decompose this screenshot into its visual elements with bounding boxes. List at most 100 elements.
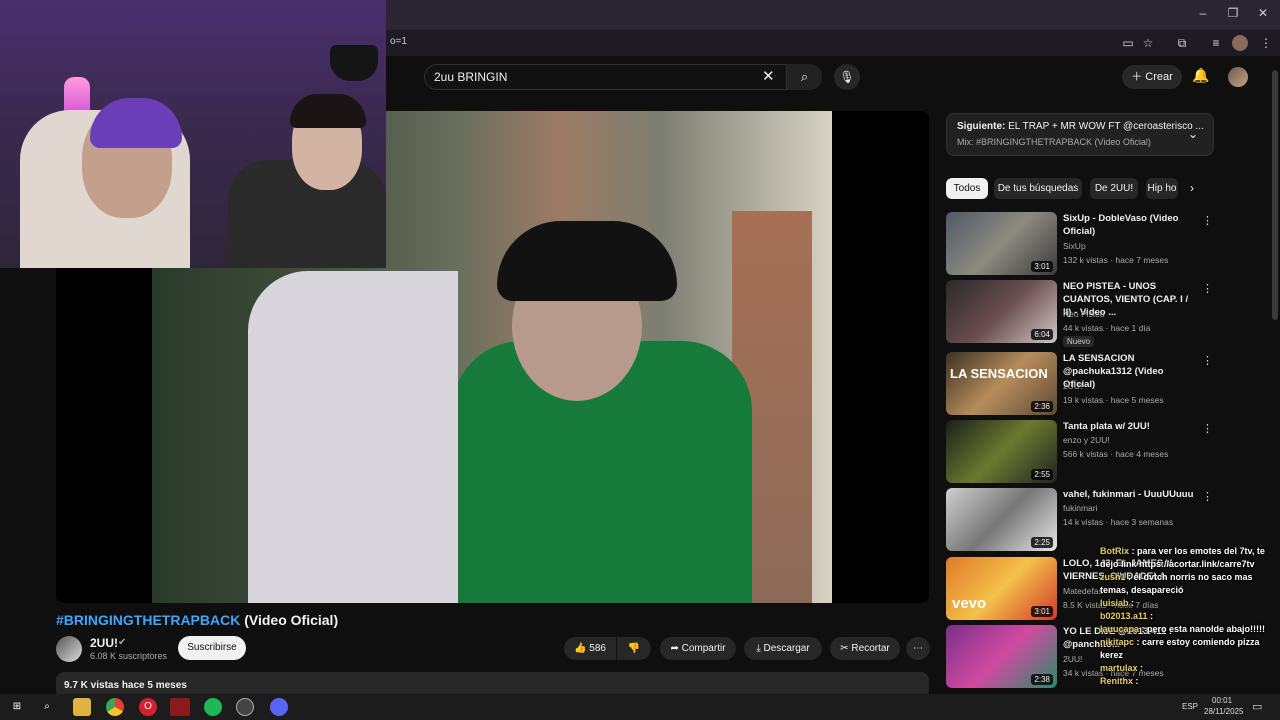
bookmark-star-icon[interactable]: ☆	[1140, 35, 1156, 51]
recommendation-title[interactable]: LA SENSACION @pachuka1312 (Video Oficial…	[1063, 352, 1198, 391]
browser-menu-icon[interactable]: ⋮	[1258, 35, 1274, 51]
video-person-white-jacket	[248, 271, 458, 603]
search-query[interactable]: 2uu BRINGIN	[434, 70, 507, 84]
obs-icon[interactable]	[236, 698, 254, 716]
recommendation-meta: 566 k vistas · hace 4 meses	[1063, 449, 1169, 459]
clip-label: Recortar	[851, 643, 890, 654]
profile-avatar[interactable]	[1232, 35, 1248, 51]
clock-time[interactable]: 00:01	[1212, 696, 1232, 705]
spotify-icon[interactable]	[204, 698, 222, 716]
recommendation-channel[interactable]: Matedefas	[1063, 586, 1103, 596]
chevron-down-icon[interactable]: ⌄	[1188, 127, 1198, 141]
more-options-icon[interactable]: ⋮	[1202, 214, 1213, 227]
recommendation-channel[interactable]: enzo y 2UU!	[1063, 435, 1110, 445]
notification-icon[interactable]: ▭	[1252, 700, 1262, 713]
chip-hip-hop[interactable]: Hip ho	[1146, 178, 1178, 199]
video-person-cap	[497, 221, 677, 301]
page-scrollbar[interactable]	[1272, 70, 1278, 320]
verified-icon: ✔	[118, 637, 127, 648]
url-text[interactable]: o=1	[390, 36, 407, 47]
recommendation-item[interactable]: 2:25 vahel, fukinmari - UuuUUuuu fukinma…	[946, 488, 1214, 552]
more-options-icon[interactable]: ⋮	[1202, 422, 1213, 435]
search-icon[interactable]: ⌕	[38, 698, 56, 716]
video-title-hashtag[interactable]: #BRINGINGTHETRAPBACK	[56, 612, 240, 628]
close-window-button[interactable]: ✕	[1248, 6, 1278, 24]
chip-all[interactable]: Todos	[946, 178, 988, 199]
clock-date[interactable]: 28/11/2025	[1204, 707, 1243, 716]
chrome-icon[interactable]	[106, 698, 124, 716]
video-thumbnail[interactable]: 2:38	[946, 625, 1057, 688]
duration-badge: 3:01	[1031, 261, 1053, 272]
video-thumbnail[interactable]: 2:55	[946, 420, 1057, 483]
chip-from-channel[interactable]: De 2UU!	[1090, 178, 1138, 199]
chat-user: luisiab	[1100, 598, 1129, 608]
clip-button[interactable]: ✂ Recortar	[830, 637, 900, 660]
duration-badge: 2:55	[1031, 469, 1053, 480]
recommendation-channel[interactable]: fukinmari	[1063, 503, 1097, 513]
more-options-icon[interactable]: ⋮	[1202, 282, 1213, 295]
recommendation-channel[interactable]: Neo Pistea	[1063, 309, 1105, 319]
create-button[interactable]: ＋ Crear	[1122, 65, 1182, 89]
maximize-button[interactable]: ❐	[1218, 6, 1248, 24]
video-thumbnail[interactable]: LA SENSACION 2:36	[946, 352, 1057, 415]
chip-from-searches[interactable]: De tus búsquedas	[994, 178, 1082, 199]
language-indicator[interactable]: ESP	[1182, 702, 1198, 711]
chat-message: zush1 : el dvtch norris no saco mas tema…	[1100, 571, 1280, 597]
file-explorer-icon[interactable]	[73, 698, 91, 716]
download-button[interactable]: ⤓ Descargar	[744, 637, 822, 660]
share-label: Compartir	[681, 643, 726, 654]
chat-user: Renithx	[1100, 676, 1134, 686]
recommendation-channel[interactable]: 2UU!	[1063, 381, 1082, 391]
chat-message: Renithx :	[1100, 675, 1280, 688]
chat-message: nikitapc : carre estoy comiendo pizza ke…	[1100, 636, 1280, 662]
next-up-video: EL TRAP + MR WOW FT @ceroasterisco ...	[1005, 121, 1204, 132]
chat-user: zush1	[1100, 572, 1126, 582]
recommendation-title[interactable]: vahel, fukinmari - UuuUUuuu	[1063, 488, 1198, 501]
chat-user: b02013.a11	[1100, 611, 1148, 621]
discord-icon[interactable]	[270, 698, 288, 716]
recommendation-item[interactable]: 2:55 Tanta plata w/ 2UU! enzo y 2UU! 566…	[946, 420, 1214, 484]
more-options-icon[interactable]: ⋮	[1202, 354, 1213, 367]
recommendation-title[interactable]: Tanta plata w/ 2UU!	[1063, 420, 1198, 433]
recommendation-title[interactable]: SixUp - DobleVaso (Video Oficial)	[1063, 212, 1198, 238]
video-thumbnail[interactable]: 2:25	[946, 488, 1057, 551]
minimize-button[interactable]: –	[1188, 6, 1218, 24]
chevron-right-icon[interactable]: ›	[1190, 181, 1194, 195]
share-button[interactable]: ➦ Compartir	[660, 637, 736, 660]
more-actions-icon[interactable]: ⋯	[906, 637, 930, 660]
video-thumbnail[interactable]: vevo 3:01	[946, 557, 1057, 620]
extensions-icon[interactable]: ⧉	[1174, 35, 1190, 51]
recommendation-item[interactable]: LA SENSACION 2:36 LA SENSACION @pachuka13…	[946, 352, 1214, 416]
clear-search-icon[interactable]: ✕	[762, 67, 775, 85]
recommendation-item[interactable]: 3:01 SixUp - DobleVaso (Video Oficial) S…	[946, 212, 1214, 276]
microphone-icon[interactable]: 🎙	[834, 64, 860, 90]
chat-text: :	[1137, 663, 1144, 673]
notifications-bell-icon[interactable]: 🔔	[1192, 67, 1209, 84]
dislike-icon[interactable]: 👎	[617, 637, 651, 660]
duration-badge: 2:36	[1031, 401, 1053, 412]
channel-name[interactable]: 2UU!	[90, 636, 118, 650]
like-count: 586	[589, 643, 606, 654]
channel-avatar[interactable]	[56, 636, 82, 662]
streaming-app-icon[interactable]	[170, 698, 190, 716]
search-icon[interactable]: ⌕	[786, 64, 822, 90]
recommendation-item[interactable]: 6:04 NEO PISTEA - UNOS CUANTOS, VIENTO (…	[946, 280, 1214, 347]
video-title-rest: (Video Oficial)	[240, 612, 339, 628]
duration-badge: 3:01	[1031, 606, 1053, 617]
subscribe-button[interactable]: Suscribirse	[178, 636, 246, 660]
video-thumbnail[interactable]: 3:01	[946, 212, 1057, 275]
next-up-panel[interactable]	[946, 113, 1214, 156]
like-button[interactable]: 👍 586	[564, 637, 616, 660]
windows-start-icon[interactable]: ⊞	[8, 698, 26, 716]
duration-badge: 6:04	[1031, 329, 1053, 340]
media-icon[interactable]: ≡	[1208, 35, 1224, 51]
windows-taskbar	[0, 694, 1280, 720]
cast-icon[interactable]: ▭	[1120, 35, 1136, 51]
more-options-icon[interactable]: ⋮	[1202, 490, 1213, 503]
user-avatar[interactable]	[1228, 67, 1248, 87]
recommendation-channel[interactable]: 2UU!	[1063, 654, 1082, 664]
opera-icon[interactable]: O	[139, 698, 157, 716]
recommendation-meta: 44 k vistas · hace 1 día	[1063, 323, 1151, 333]
recommendation-channel[interactable]: SixUp	[1063, 241, 1086, 251]
video-thumbnail[interactable]: 6:04	[946, 280, 1057, 343]
